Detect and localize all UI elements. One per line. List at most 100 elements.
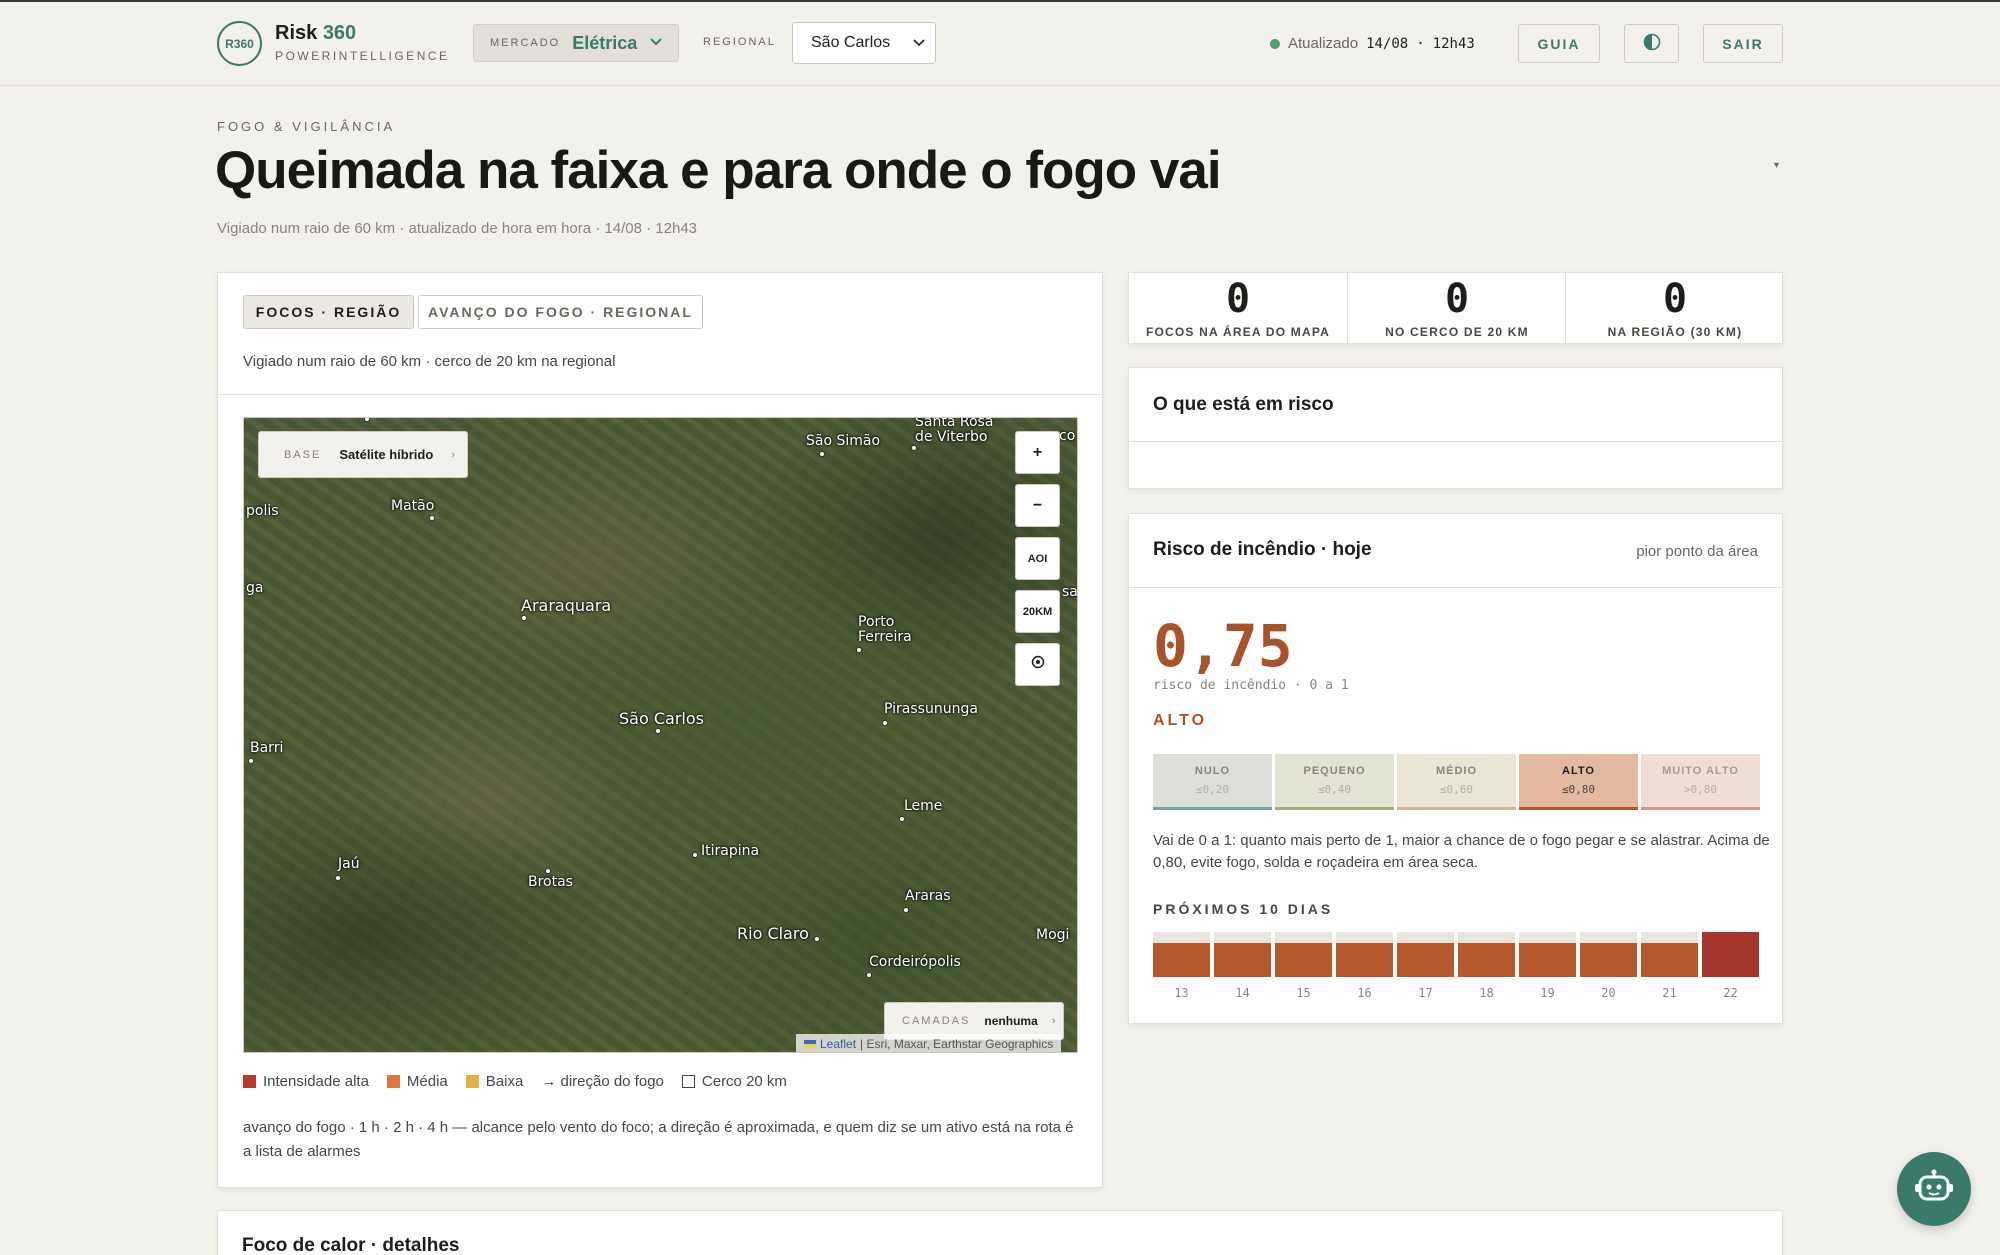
city-label: polis — [246, 503, 279, 519]
risk-description: Vai de 0 a 1: quanto mais perto de 1, ma… — [1153, 832, 1770, 871]
tab-avanco-do-fogo[interactable]: AVANÇO DO FOGO · REGIONAL — [418, 295, 703, 329]
market-dropdown[interactable]: MERCADO Elétrica — [473, 24, 679, 62]
logo-badge[interactable]: R360 — [217, 21, 262, 66]
forecast-bar[interactable] — [1458, 932, 1515, 977]
forecast-day-label: 18 — [1479, 986, 1494, 1000]
forecast-bar[interactable] — [1275, 932, 1332, 977]
risk-category-name: ALTO — [1562, 765, 1595, 777]
section-eyebrow: FOGO & VIGILÂNCIA — [217, 119, 396, 134]
risk-category-threshold: ≤0,40 — [1317, 783, 1352, 796]
legend-item: Média — [386, 1073, 448, 1090]
forecast-bar[interactable] — [1397, 932, 1454, 977]
aoi-button[interactable]: AOI — [1015, 537, 1060, 580]
card-title: Foco de calor · detalhes — [242, 1235, 460, 1255]
city-dot — [429, 515, 435, 521]
risk-category-threshold: ≤0,80 — [1561, 783, 1596, 796]
risk-category: NULO ≤0,20 — [1153, 754, 1272, 810]
attrib-text: | Esri, Maxar, Earthstar Geographics — [860, 1037, 1054, 1051]
city-label: Leme — [904, 798, 943, 814]
zoom-in-button[interactable]: + — [1015, 431, 1060, 474]
collapse-caret-icon[interactable]: ▾ — [1774, 160, 1779, 171]
divider — [1129, 587, 1782, 588]
forecast-bar-fill — [1641, 943, 1698, 977]
status-date: 14/08 — [1366, 35, 1409, 52]
theme-toggle-button[interactable] — [1624, 24, 1679, 63]
forecast-bar[interactable] — [1641, 932, 1698, 977]
forecast-bar-fill — [1275, 943, 1332, 977]
stat-cerco-20km: 0 NO CERCO DE 20 KM — [1348, 273, 1566, 343]
forecast-bar[interactable] — [1153, 932, 1210, 977]
divider — [1129, 441, 1782, 442]
city-dot — [655, 728, 661, 734]
legend-label: Média — [406, 1073, 448, 1090]
map-attribution: Leaflet | Esri, Maxar, Earthstar Geograp… — [796, 1034, 1062, 1052]
city-label: Matão — [391, 498, 435, 514]
forecast-day-label: 14 — [1235, 986, 1250, 1000]
tab-focos-regiao[interactable]: FOCOS · REGIÃO — [243, 295, 414, 329]
city-label: Araras — [905, 888, 951, 904]
divider — [218, 394, 1102, 395]
zoom-out-button[interactable]: − — [1015, 484, 1060, 527]
guide-button[interactable]: GUIA — [1518, 24, 1600, 63]
base-label: BASE — [284, 448, 322, 461]
city-label: Barri — [250, 740, 284, 756]
forecast-day-label: 21 — [1662, 986, 1677, 1000]
satellite-map[interactable]: Santa Rosa de Viterbo São Simão polis Ma… — [243, 417, 1078, 1053]
map-note: Vigiado num raio de 60 km · cerco de 20 … — [243, 353, 616, 370]
forecast-day-label: 20 — [1601, 986, 1616, 1000]
city-label: sa — [1062, 584, 1078, 600]
stat-label: NA REGIÃO (30 KM) — [1607, 324, 1743, 339]
flag-icon — [804, 1040, 816, 1048]
forecast-bar[interactable] — [1336, 932, 1393, 977]
risk-category-threshold: ≤0,20 — [1195, 783, 1230, 796]
market-value: Elétrica — [572, 32, 638, 53]
map-legend: Intensidade alta Média Baixa → direção d… — [243, 1073, 787, 1090]
legend-item: Baixa — [465, 1073, 523, 1090]
city-dot — [335, 875, 341, 881]
assistant-button[interactable] — [1897, 1152, 1971, 1226]
city-dot — [692, 852, 698, 858]
risk-category-name: MUITO ALTO — [1662, 765, 1739, 777]
city-dot — [866, 972, 872, 978]
page-title: Queimada na faixa e para onde o fogo vai — [215, 141, 1222, 200]
forecast-bar-fill — [1336, 943, 1393, 977]
forecast-bar-fill — [1153, 943, 1210, 977]
forecast-day-label: 17 — [1418, 986, 1433, 1000]
legend-item: Intensidade alta — [243, 1073, 369, 1090]
forecast-bar[interactable] — [1580, 932, 1637, 977]
target-icon — [1031, 655, 1045, 674]
forecast-bar-fill — [1702, 932, 1759, 977]
logout-button[interactable]: SAIR — [1703, 24, 1783, 63]
base-layer-selector[interactable]: BASE Satélite híbrido › — [258, 431, 468, 478]
attrib-leaflet-link[interactable]: Leaflet — [820, 1037, 856, 1051]
city-label: Porto — [858, 614, 895, 630]
risk-category-threshold: >0,80 — [1683, 783, 1718, 796]
forecast-bar[interactable] — [1519, 932, 1576, 977]
city-dot — [814, 936, 820, 942]
forecast-bar[interactable] — [1702, 932, 1759, 977]
city-label: Jaú — [338, 856, 360, 872]
city-dot — [903, 907, 909, 913]
assets-at-risk-card: O que está em risco — [1128, 367, 1783, 489]
risk-category: ALTO ≤0,80 — [1519, 754, 1638, 810]
risk-category: PEQUENO ≤0,40 — [1275, 754, 1394, 810]
city-label: Mogi — [1036, 927, 1070, 943]
locate-button[interactable] — [1015, 643, 1060, 686]
forecast-bar-fill — [1458, 943, 1515, 977]
legend-swatch — [386, 1075, 400, 1088]
city-dot — [899, 816, 905, 822]
radius-20km-button[interactable]: 20KM — [1015, 590, 1060, 633]
risk-category: MUITO ALTO >0,80 — [1641, 754, 1760, 810]
forecast-day-label: 15 — [1296, 986, 1311, 1000]
legend-label: Intensidade alta — [263, 1073, 369, 1090]
card-title: Risco de incêndio · hoje — [1153, 539, 1372, 560]
logo-title[interactable]: Risk 360 — [275, 22, 356, 45]
legend-item: Cerco 20 km — [681, 1073, 787, 1090]
forecast-day-label: 16 — [1357, 986, 1372, 1000]
forecast-bar[interactable] — [1214, 932, 1271, 977]
regional-select[interactable]: São Carlos — [792, 22, 936, 64]
risk-category: MÉDIO ≤0,60 — [1397, 754, 1516, 810]
forecast-bar-fill — [1214, 943, 1271, 977]
city-label: Araraquara — [521, 596, 612, 615]
stat-label: FOCOS NA ÁREA DO MAPA — [1145, 324, 1331, 339]
